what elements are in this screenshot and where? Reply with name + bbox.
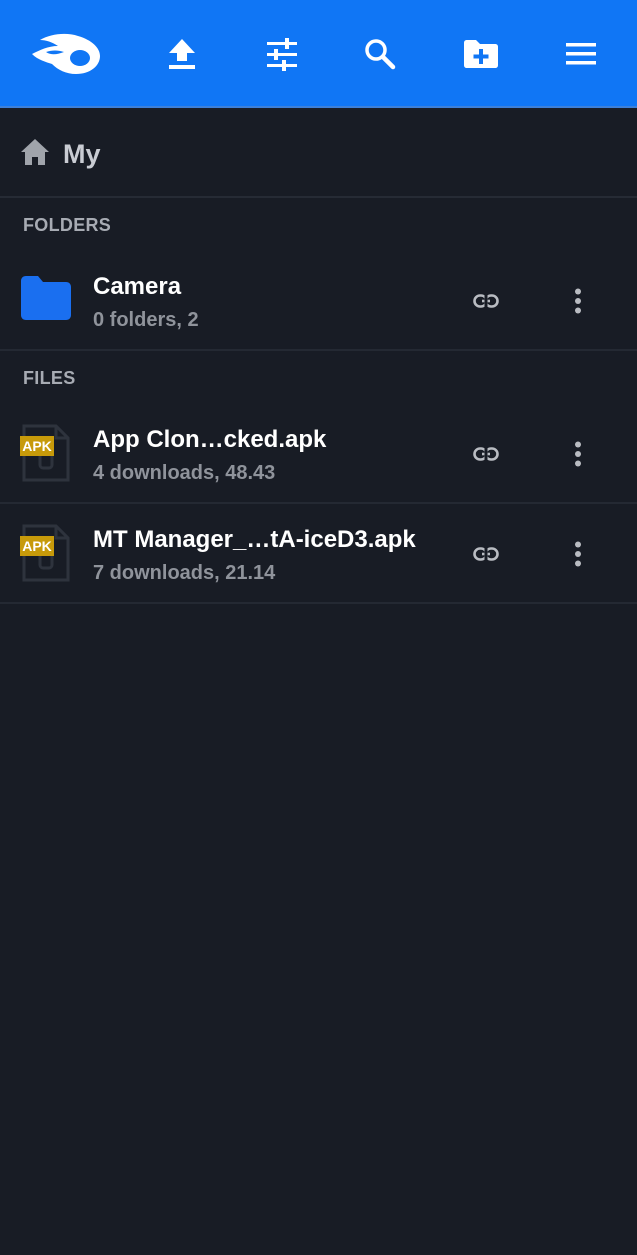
more-options-icon[interactable] [558, 534, 598, 574]
mediafire-logo-icon[interactable] [30, 22, 102, 86]
upload-icon[interactable] [150, 22, 214, 86]
more-options-icon[interactable] [558, 434, 598, 474]
apk-badge: APK [20, 536, 54, 556]
file-name: App Clon…cked.apk [93, 426, 327, 453]
top-toolbar [0, 0, 637, 108]
breadcrumb-current-label[interactable]: My [63, 138, 101, 170]
folder-name: Camera [93, 273, 182, 300]
folder-meta: 0 folders, 2 [93, 309, 199, 331]
apk-file-icon: APK [20, 524, 72, 584]
more-options-icon[interactable] [558, 281, 598, 321]
link-icon[interactable] [466, 434, 506, 474]
menu-icon[interactable] [549, 22, 613, 86]
new-folder-icon[interactable] [449, 22, 513, 86]
folder-icon [20, 275, 72, 335]
search-icon[interactable] [348, 22, 412, 86]
file-meta: 4 downloads, 48.43 [93, 462, 276, 484]
apk-file-icon: APK [20, 424, 72, 484]
file-row[interactable]: APK App Clon…cked.apk 4 downloads, 48.43 [0, 404, 637, 504]
file-name: MT Manager_…tA-iceD3.apk [93, 526, 416, 553]
filter-sliders-icon[interactable] [250, 22, 314, 86]
files-section-header: FILES [23, 368, 76, 388]
folder-row-camera[interactable]: Camera 0 folders, 2 [0, 251, 637, 351]
file-row[interactable]: APK MT Manager_…tA-iceD3.apk 7 downloads… [0, 504, 637, 604]
home-icon[interactable] [20, 138, 50, 168]
link-icon[interactable] [466, 281, 506, 321]
apk-badge: APK [20, 436, 54, 456]
link-icon[interactable] [466, 534, 506, 574]
folders-section-header: FOLDERS [23, 215, 112, 235]
file-meta: 7 downloads, 21.14 [93, 562, 276, 584]
breadcrumb: My [0, 110, 637, 198]
